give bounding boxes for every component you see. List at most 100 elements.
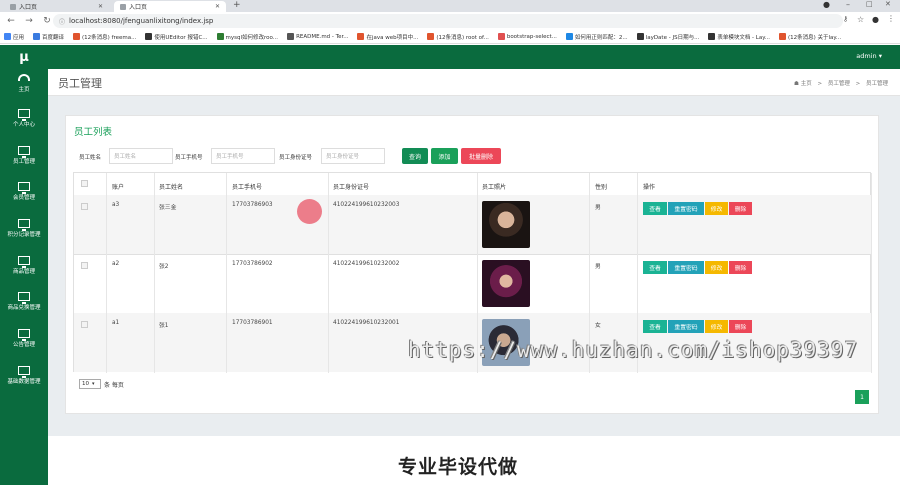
monitor-icon	[18, 219, 30, 231]
dashboard-icon	[18, 74, 30, 81]
breadcrumb-item-home[interactable]: 主页	[801, 81, 812, 87]
chevron-down-icon: ▾	[92, 381, 95, 387]
bookmark-item[interactable]: mysql如何修改roo...	[216, 33, 278, 41]
add-button[interactable]: 添加	[431, 148, 458, 164]
close-tab-icon[interactable]: ✕	[215, 3, 220, 10]
cursor-highlight	[297, 199, 322, 224]
sidebar-item[interactable]: 个人中心	[0, 109, 48, 128]
bookmark-favicon-icon	[216, 33, 224, 40]
back-icon[interactable]: ←	[6, 16, 16, 26]
info-icon[interactable]: ⓘ	[59, 17, 65, 26]
sidebar-item[interactable]: 基础数据管理	[0, 366, 48, 385]
cell-idcard: 410224199610232002	[333, 261, 400, 267]
bookmark-label: 如何用正则匹配：2...	[574, 34, 628, 41]
watermark-text: https://www.huzhan.com/ishop39397	[408, 338, 859, 362]
close-window-icon[interactable]: ✕	[885, 0, 891, 8]
browser-tab-active[interactable]: 入口页 ✕	[114, 1, 226, 12]
bookmark-label: 使用UEditor 报错C...	[154, 34, 208, 41]
maximize-icon[interactable]: □	[866, 0, 873, 8]
sidebar-item[interactable]: 商品兑换管理	[0, 292, 48, 311]
key-icon[interactable]: ⚷	[843, 15, 848, 23]
breadcrumb: ☗ 主页 > 员工管理 > 员工管理	[794, 79, 888, 87]
favicon-icon	[10, 3, 16, 10]
bookmark-favicon-icon	[497, 33, 505, 40]
idcard-filter-input[interactable]: 员工身份证号	[321, 148, 385, 164]
phone-filter-input[interactable]: 员工手机号	[211, 148, 275, 164]
view-button[interactable]: 查看	[643, 320, 667, 333]
app-logo[interactable]: μ	[0, 45, 48, 69]
cell-phone: 17703786902	[232, 261, 273, 267]
bookmark-item[interactable]: layDate - JS日期与...	[636, 33, 700, 41]
sidebar-item[interactable]: 会员管理	[0, 182, 48, 201]
app-header	[0, 45, 900, 69]
bookmark-item[interactable]: 表单模块文档 - Lay...	[708, 33, 770, 41]
select-all-checkbox[interactable]	[81, 180, 88, 187]
sidebar-item-label: 基础数据管理	[7, 379, 41, 385]
bookmark-item[interactable]: (12条消息) 关于lay...	[778, 33, 842, 41]
profile-icon[interactable]: ●	[872, 15, 879, 24]
bookmark-label: (12条消息) 关于lay...	[787, 34, 842, 41]
sidebar-item[interactable]: 主页	[0, 74, 48, 93]
reset-password-button[interactable]: 重置密码	[668, 261, 704, 274]
delete-button[interactable]: 删除	[729, 261, 752, 274]
menu-icon[interactable]: ⋮	[887, 14, 895, 23]
edit-button[interactable]: 修改	[705, 261, 728, 274]
row-checkbox[interactable]	[81, 203, 88, 210]
bookmark-item[interactable]: (12条消息) root of...	[427, 33, 489, 41]
bookmark-item[interactable]: README.md - Ter...	[287, 33, 348, 40]
sidebar-item[interactable]: 员工管理	[0, 146, 48, 165]
reset-password-button[interactable]: 重置密码	[668, 320, 704, 333]
close-tab-icon[interactable]: ✕	[98, 3, 103, 10]
bookmark-item[interactable]: 使用UEditor 报错C...	[145, 33, 208, 41]
reset-password-button[interactable]: 重置密码	[668, 202, 704, 215]
bookmark-item[interactable]: 百度翻译	[33, 33, 64, 41]
bookmark-label: bootstrap-select...	[506, 33, 557, 40]
bookmark-favicon-icon	[357, 33, 365, 40]
browser-tab-title: 入口页	[19, 4, 38, 11]
edit-button[interactable]: 修改	[705, 202, 728, 215]
page-button-current[interactable]: 1	[855, 390, 869, 404]
forward-icon[interactable]: →	[24, 16, 34, 26]
sidebar-item[interactable]: 商品管理	[0, 256, 48, 275]
address-bar[interactable]: ⓘ localhost:8080/jfenguanlixitong/index.…	[53, 14, 843, 28]
breadcrumb-item[interactable]: 员工管理	[828, 81, 850, 87]
delete-button[interactable]: 删除	[729, 320, 752, 333]
reload-icon[interactable]: ↻	[42, 16, 52, 26]
bookmark-favicon-icon	[287, 33, 295, 40]
batch-delete-button[interactable]: 批量删除	[461, 148, 501, 164]
bookmark-star-icon[interactable]: ☆	[857, 15, 864, 24]
name-filter-input[interactable]: 员工姓名	[109, 148, 173, 164]
bookmark-item[interactable]: bootstrap-select...	[497, 33, 557, 40]
minimize-icon[interactable]: –	[846, 0, 850, 9]
search-button[interactable]: 查询	[402, 148, 428, 164]
column-header-idcard: 员工身份证号	[333, 184, 370, 191]
sidebar-item-label: 商品管理	[12, 269, 35, 275]
bookmark-item[interactable]: 在java web项目中...	[357, 33, 418, 41]
view-button[interactable]: 查看	[643, 261, 667, 274]
bookmark-favicon-icon	[708, 33, 716, 40]
account-icon[interactable]: ●	[823, 0, 830, 9]
bookmark-favicon-icon	[636, 33, 644, 40]
monitor-icon	[18, 292, 30, 304]
new-tab-button[interactable]: +	[233, 0, 241, 10]
row-checkbox[interactable]	[81, 262, 88, 269]
sidebar-item[interactable]: 积分记录管理	[0, 219, 48, 238]
bookmark-item[interactable]: 如何用正则匹配：2...	[565, 33, 628, 41]
view-button[interactable]: 查看	[643, 202, 667, 215]
bookmark-label: layDate - JS日期与...	[645, 34, 700, 41]
home-icon: ☗	[794, 81, 799, 87]
cell-phone: 17703786901	[232, 320, 273, 326]
per-page-label: 条 每页	[104, 381, 124, 389]
browser-tab[interactable]: 入口页 ✕	[4, 1, 109, 12]
bookmark-item[interactable]: (12条消息) freema...	[73, 33, 136, 41]
bookmark-item[interactable]: 应用	[4, 33, 24, 41]
user-menu[interactable]: admin ▾	[856, 52, 882, 60]
employee-photo	[482, 260, 530, 307]
delete-button[interactable]: 删除	[729, 202, 752, 215]
row-checkbox[interactable]	[81, 321, 88, 328]
sidebar-item[interactable]: 公告管理	[0, 329, 48, 348]
page-size-select[interactable]: 10 ▾	[79, 379, 101, 389]
edit-button[interactable]: 修改	[705, 320, 728, 333]
cell-gender: 男	[595, 264, 601, 270]
page-size-value: 10	[82, 381, 89, 387]
